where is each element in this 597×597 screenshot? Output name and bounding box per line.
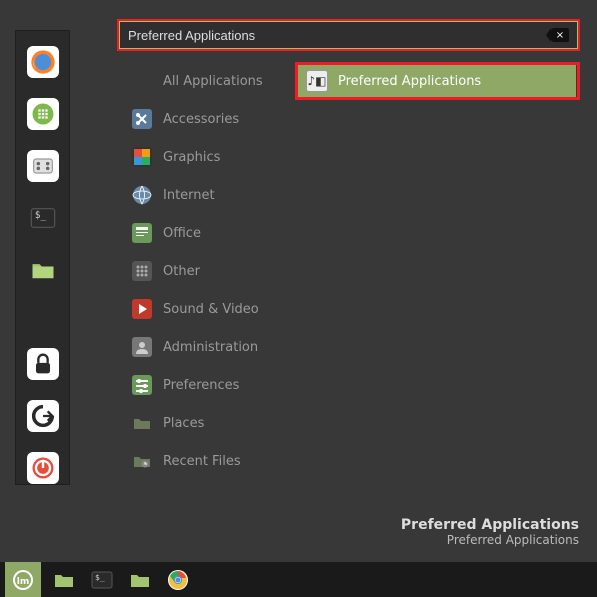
category-recent-files[interactable]: Recent Files bbox=[127, 442, 287, 480]
graphics-icon bbox=[131, 146, 153, 168]
taskbar-chrome[interactable] bbox=[163, 566, 193, 594]
result-label: Preferred Applications bbox=[338, 74, 481, 89]
category-label: Office bbox=[163, 226, 201, 241]
power-icon[interactable] bbox=[27, 452, 59, 484]
preferences-icon bbox=[131, 374, 153, 396]
category-label: All Applications bbox=[163, 74, 263, 89]
category-label: Sound & Video bbox=[163, 302, 259, 317]
category-label: Preferences bbox=[163, 378, 239, 393]
category-sound-video[interactable]: Sound & Video bbox=[127, 290, 287, 328]
software-manager-icon[interactable] bbox=[27, 150, 59, 182]
category-internet[interactable]: Internet bbox=[127, 176, 287, 214]
internet-icon bbox=[131, 184, 153, 206]
terminal-icon[interactable]: $_ bbox=[27, 202, 59, 234]
play-icon bbox=[131, 298, 153, 320]
category-label: Internet bbox=[163, 188, 215, 203]
result-preferred-applications[interactable]: ♪◧ Preferred Applications bbox=[298, 65, 576, 97]
category-places[interactable]: Places bbox=[127, 404, 287, 442]
folder-icon bbox=[131, 412, 153, 434]
svg-text:$_: $_ bbox=[34, 210, 46, 221]
scissors-icon bbox=[131, 108, 153, 130]
recent-folder-icon bbox=[131, 450, 153, 472]
category-label: Graphics bbox=[163, 150, 220, 165]
other-icon bbox=[131, 260, 153, 282]
office-icon bbox=[131, 222, 153, 244]
taskbar-terminal[interactable]: $_ bbox=[87, 566, 117, 594]
search-bar-highlight: × bbox=[117, 19, 580, 51]
result-tooltip: Preferred Applications Preferred Applica… bbox=[401, 517, 579, 547]
category-accessories[interactable]: Accessories bbox=[127, 100, 287, 138]
category-other[interactable]: Other bbox=[127, 252, 287, 290]
category-office[interactable]: Office bbox=[127, 214, 287, 252]
category-label: Other bbox=[163, 264, 200, 279]
svg-text:lm: lm bbox=[17, 577, 29, 587]
taskbar: lm $_ bbox=[0, 562, 597, 597]
logout-icon[interactable] bbox=[27, 400, 59, 432]
svg-text:$_: $_ bbox=[95, 573, 105, 582]
category-label: Administration bbox=[163, 340, 258, 355]
lock-icon[interactable] bbox=[27, 348, 59, 380]
search-input[interactable] bbox=[128, 28, 551, 43]
category-preferences[interactable]: Preferences bbox=[127, 366, 287, 404]
admin-icon bbox=[131, 336, 153, 358]
favorites-sidebar: $_ bbox=[15, 30, 70, 485]
category-label: Places bbox=[163, 416, 204, 431]
taskbar-files[interactable] bbox=[49, 566, 79, 594]
category-label: Accessories bbox=[163, 112, 239, 127]
search-bar: × bbox=[119, 21, 578, 49]
tooltip-title: Preferred Applications bbox=[401, 517, 579, 533]
taskbar-menu-button[interactable]: lm bbox=[5, 562, 41, 597]
category-list: All Applications Accessories Graphics In… bbox=[127, 62, 287, 480]
result-highlight: ♪◧ Preferred Applications bbox=[295, 62, 580, 100]
hexchat-icon[interactable] bbox=[27, 98, 59, 130]
tooltip-subtitle: Preferred Applications bbox=[401, 533, 579, 547]
category-all-applications[interactable]: All Applications bbox=[127, 62, 287, 100]
category-graphics[interactable]: Graphics bbox=[127, 138, 287, 176]
category-administration[interactable]: Administration bbox=[127, 328, 287, 366]
files-icon[interactable] bbox=[27, 254, 59, 286]
clear-search-button[interactable]: × bbox=[551, 28, 569, 42]
category-label: Recent Files bbox=[163, 454, 241, 469]
firefox-icon[interactable] bbox=[27, 46, 59, 78]
preferred-apps-icon: ♪◧ bbox=[306, 70, 328, 92]
taskbar-files-2[interactable] bbox=[125, 566, 155, 594]
